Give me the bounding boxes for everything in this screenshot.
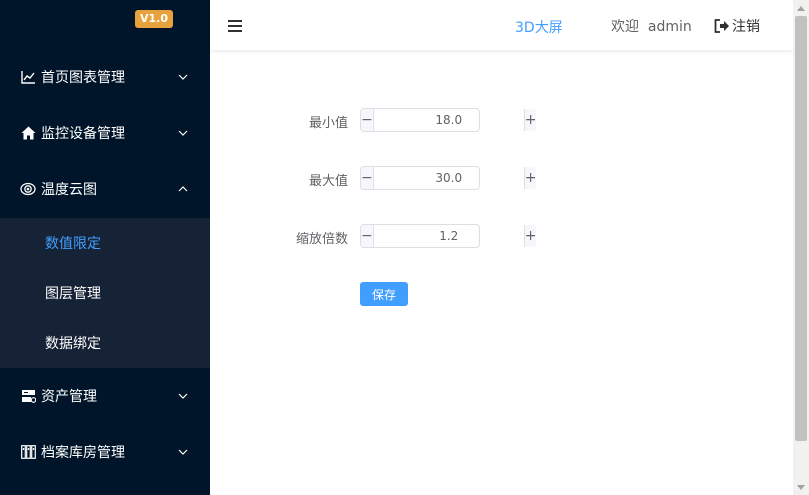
- submenu-item-data-binding[interactable]: 数据绑定: [0, 318, 210, 368]
- top-header: 3D大屏 欢迎 admin 注销: [210, 0, 793, 50]
- version-badge: V1.0: [135, 10, 173, 28]
- max-value-stepper: − +: [360, 166, 537, 190]
- min-value-label: 最小值: [308, 116, 348, 131]
- scale-factor-label: 缩放倍数: [295, 232, 348, 247]
- save-button[interactable]: 保存: [360, 282, 408, 306]
- menu-item-asset-management[interactable]: 资产管理: [0, 368, 210, 424]
- line-chart-icon: [20, 69, 36, 85]
- menu-item-label: 监控设备管理: [41, 126, 125, 142]
- server-icon: [20, 388, 36, 404]
- chevron-down-icon: [177, 390, 189, 402]
- scroll-up-arrow-icon[interactable]: [797, 4, 805, 12]
- submenu-item-label: 数值限定: [45, 236, 101, 252]
- scroll-down-arrow-icon[interactable]: [797, 483, 805, 491]
- chevron-up-icon: [177, 183, 189, 195]
- min-value-stepper: − +: [360, 108, 537, 132]
- max-value-input[interactable]: [373, 167, 524, 189]
- sidebar: V1.0 首页图表管理 监控设备管理 温度云图 数值限定 图层管理 数据绑定 资…: [0, 0, 210, 495]
- max-decrease-button[interactable]: −: [361, 167, 374, 189]
- submenu-item-label: 图层管理: [45, 286, 101, 302]
- scale-increase-button[interactable]: +: [523, 225, 537, 247]
- menu-item-label: 档案库房管理: [41, 445, 125, 461]
- scale-factor-input[interactable]: [373, 225, 524, 247]
- sign-out-icon: [714, 19, 730, 33]
- min-value-input[interactable]: [373, 109, 524, 131]
- menu-item-temperature-cloud[interactable]: 温度云图: [0, 161, 210, 217]
- home-icon: [20, 125, 36, 141]
- menu-item-label: 温度云图: [41, 182, 97, 198]
- eye-icon: [20, 181, 36, 197]
- logout-button[interactable]: 注销: [714, 16, 760, 36]
- min-decrease-button[interactable]: −: [361, 109, 374, 131]
- menu-item-monitor-devices[interactable]: 监控设备管理: [0, 105, 210, 161]
- chevron-down-icon: [177, 127, 189, 139]
- chevron-down-icon: [177, 446, 189, 458]
- logout-label: 注销: [732, 19, 760, 35]
- scale-factor-stepper: − +: [360, 224, 537, 248]
- submenu-item-value-limit[interactable]: 数值限定: [0, 218, 210, 268]
- chevron-down-icon: [177, 71, 189, 83]
- submenu-temperature-cloud: 数值限定 图层管理 数据绑定: [0, 218, 210, 368]
- hamburger-icon[interactable]: [228, 18, 242, 32]
- menu-item-label: 首页图表管理: [41, 70, 125, 86]
- 3d-screen-link[interactable]: 3D大屏: [515, 17, 563, 37]
- submenu-item-label: 数据绑定: [45, 336, 101, 352]
- welcome-text: 欢迎 admin: [611, 19, 692, 35]
- max-increase-button[interactable]: +: [523, 167, 537, 189]
- archive-shelf-icon: [20, 444, 36, 460]
- menu-item-archive-storage[interactable]: 档案库房管理: [0, 424, 210, 480]
- max-value-label: 最大值: [308, 174, 348, 189]
- vertical-scrollbar-thumb[interactable]: [795, 16, 807, 441]
- menu-item-label: 资产管理: [41, 389, 97, 405]
- submenu-item-layer-management[interactable]: 图层管理: [0, 268, 210, 318]
- menu-item-home-charts[interactable]: 首页图表管理: [0, 49, 210, 105]
- min-increase-button[interactable]: +: [523, 109, 537, 131]
- scale-decrease-button[interactable]: −: [361, 225, 374, 247]
